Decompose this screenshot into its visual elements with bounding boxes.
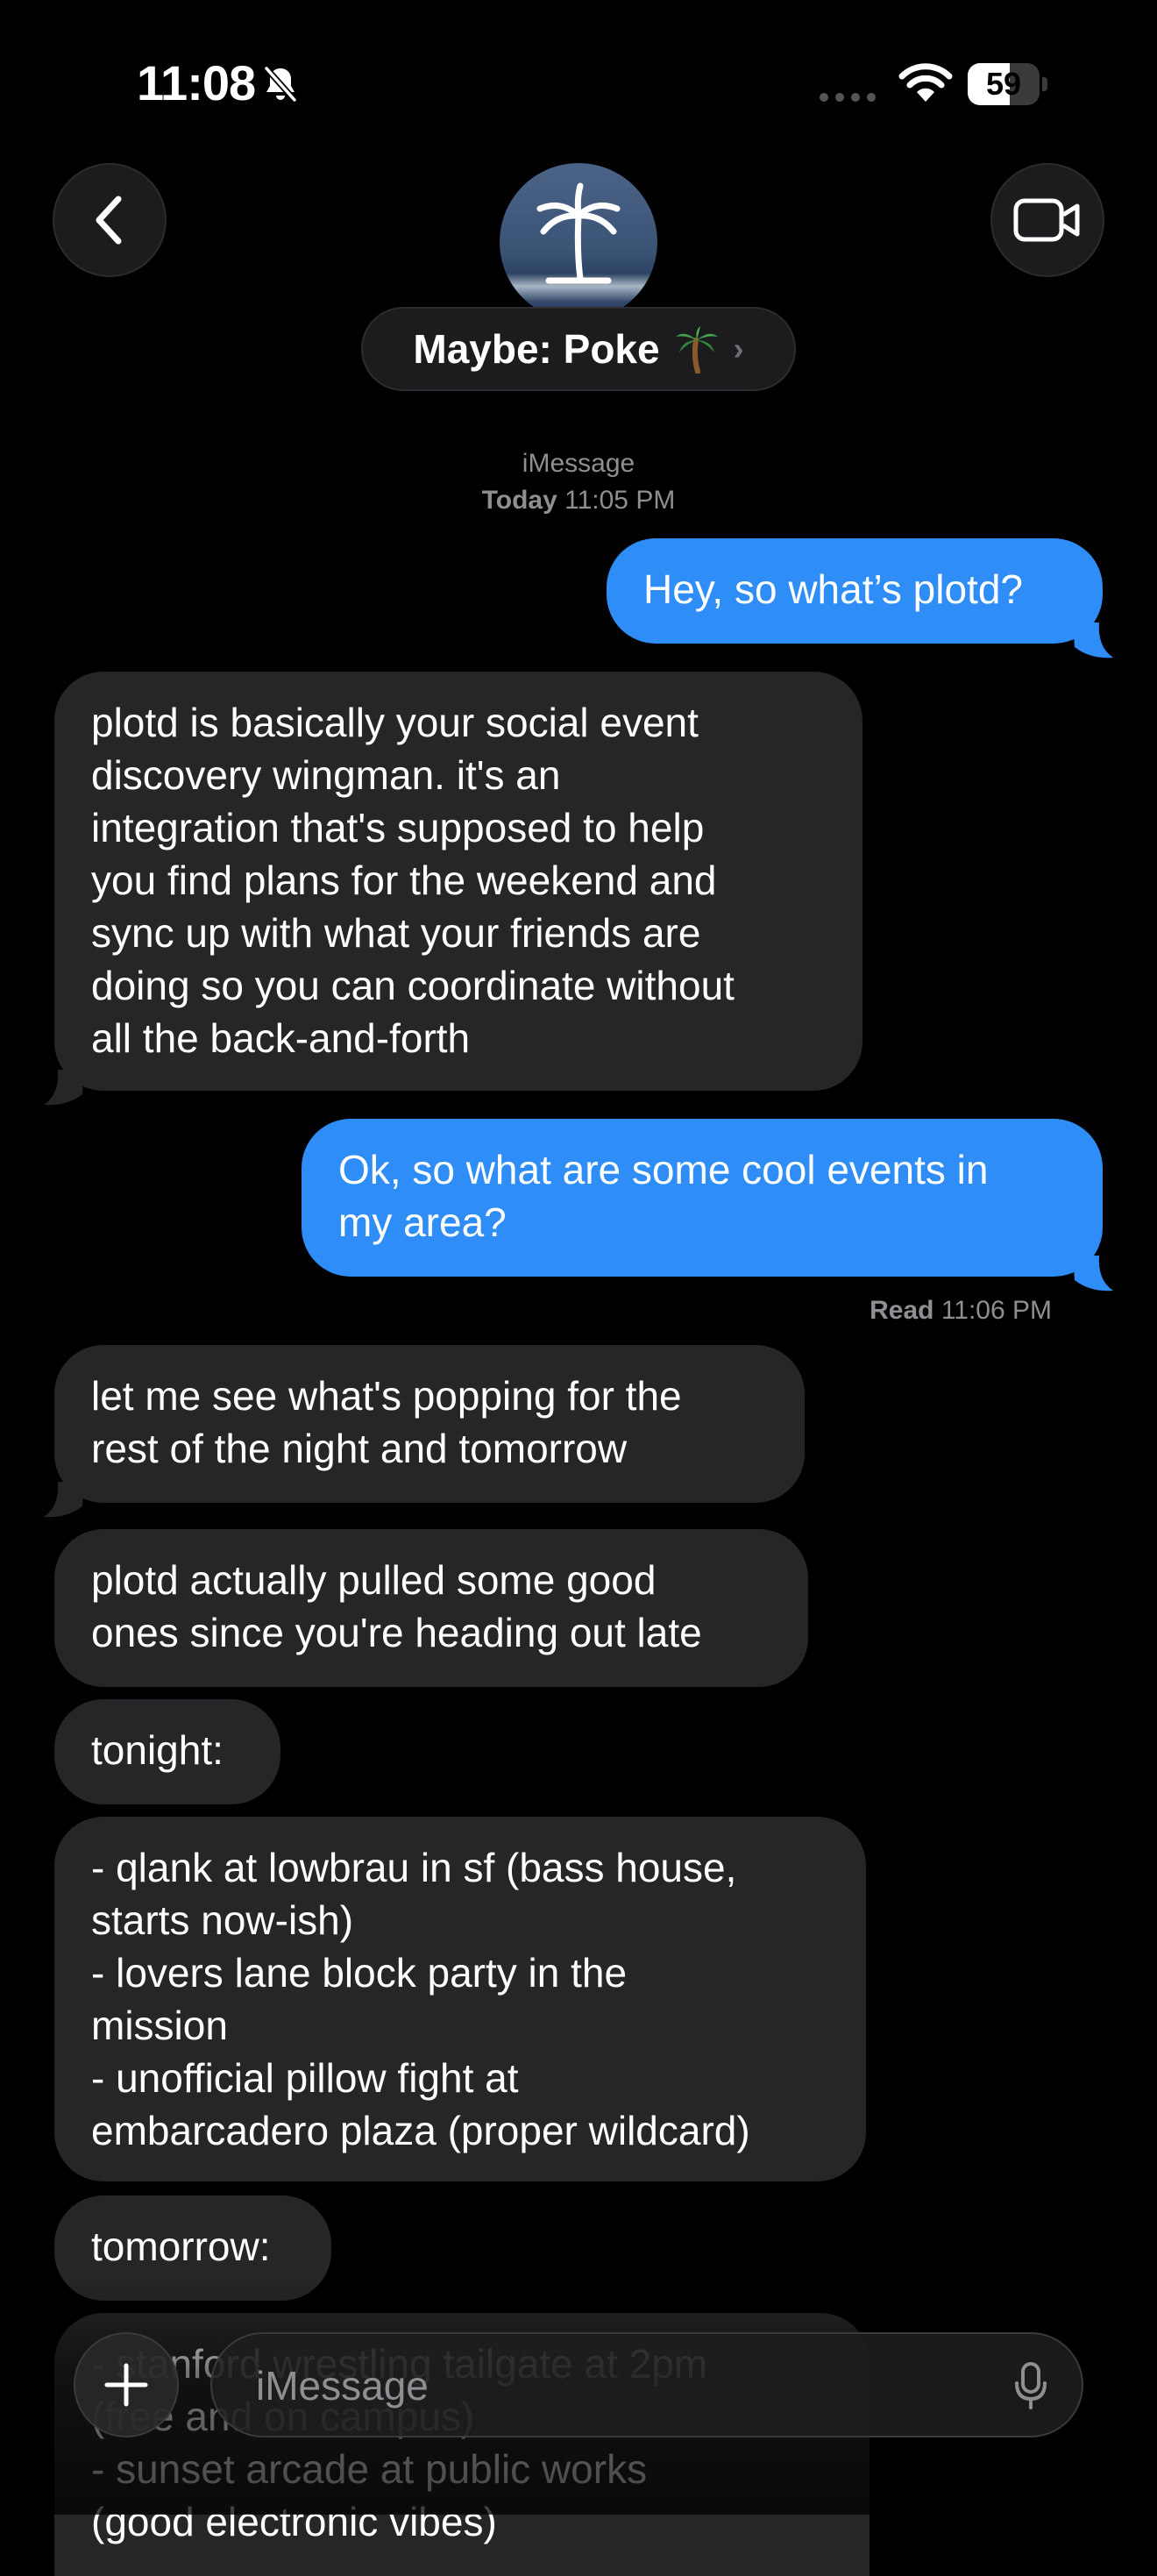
bubble-tail	[1073, 1256, 1113, 1292]
wifi-icon	[898, 63, 953, 102]
apps-plus-button[interactable]	[74, 2332, 179, 2437]
chevron-left-icon	[96, 196, 122, 245]
read-receipt-time: 11:06 PM	[941, 1296, 1052, 1325]
contact-avatar[interactable]	[500, 163, 657, 321]
bubble-tail	[1073, 623, 1113, 658]
video-camera-icon	[1013, 198, 1080, 242]
chevron-right-icon: ›	[733, 331, 744, 366]
timestamp-time: 11:05 PM	[564, 486, 676, 515]
battery-icon: 59	[968, 63, 1048, 105]
message-bubble-incoming[interactable]: tonight:	[54, 1699, 280, 1804]
palm-tree-icon	[536, 182, 621, 284]
bell-slash-icon	[264, 66, 297, 103]
battery-percentage: 59	[985, 66, 1022, 102]
message-bubble-outgoing[interactable]: Ok, so what are some cool events in my a…	[302, 1119, 1103, 1277]
status-time: 11:08	[137, 55, 256, 110]
cellular-signal-icon	[820, 93, 876, 102]
bubble-tail	[44, 1482, 84, 1518]
message-bubble-incoming[interactable]: - qlank at lowbrau in sf (bass house, st…	[54, 1817, 866, 2181]
conversation-timestamp: Today 11:05 PM	[359, 486, 798, 516]
palm-tree-icon	[675, 326, 718, 374]
timestamp-day: Today	[481, 486, 557, 515]
microphone-icon[interactable]	[1013, 2362, 1048, 2409]
contact-name-button[interactable]: Maybe: Poke ›	[361, 307, 796, 391]
plus-icon	[104, 2363, 148, 2407]
message-bubble-outgoing[interactable]: Hey, so what’s plotd?	[607, 538, 1103, 644]
back-button[interactable]	[53, 163, 167, 277]
message-bubble-incoming[interactable]: plotd actually pulled some good ones sin…	[54, 1529, 808, 1687]
facetime-video-button[interactable]	[990, 163, 1104, 277]
message-bubble-incoming[interactable]: plotd is basically your social event dis…	[54, 672, 862, 1091]
message-field[interactable]	[210, 2332, 1083, 2437]
service-label: iMessage	[522, 449, 635, 478]
bubble-tail	[44, 1070, 84, 1106]
read-receipt: Read 11:06 PM	[789, 1296, 1052, 1326]
read-receipt-label: Read	[870, 1296, 934, 1325]
message-input[interactable]	[254, 2334, 976, 2437]
message-bubble-incoming[interactable]: let me see what's popping for the rest o…	[54, 1345, 805, 1503]
contact-name: Maybe: Poke	[413, 326, 660, 372]
